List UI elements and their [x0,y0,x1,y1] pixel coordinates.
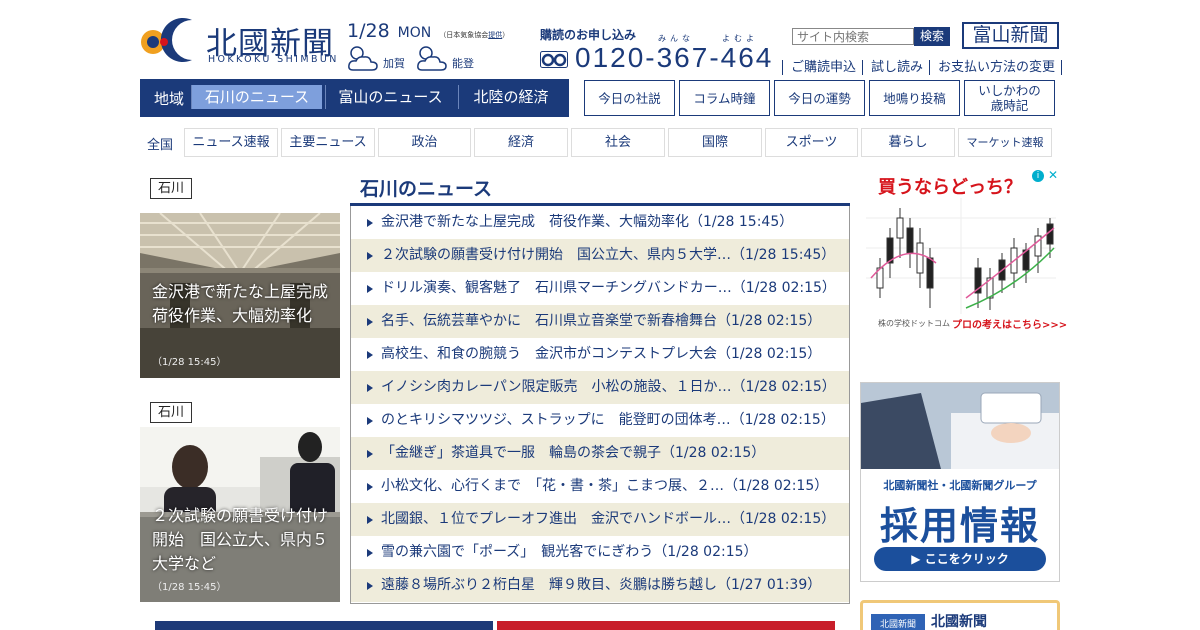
tab-ishikawa-news[interactable]: 石川のニュース [191,85,322,109]
recruit-photo [861,383,1059,469]
news-item[interactable]: 遠藤８場所ぶり２桁白星 輝９敗目、炎鵬は勝ち越し（1/27 01:39） [351,569,849,602]
ad-title: 買うならどっち？ [878,177,1022,198]
arrow-right-icon [367,516,373,524]
region-tag: 石川 [150,402,192,423]
arrow-right-icon [367,384,373,392]
tab-hokuriku-economy[interactable]: 北陸の経済 [458,85,563,109]
link-payment[interactable]: お支払い方法の変更 [929,60,1063,75]
photo-story[interactable]: 金沢港で新たな上屋完成 荷役作業、大幅効率化 （1/28 15:45） [140,213,340,378]
category-market[interactable]: マーケット速報 [958,128,1052,157]
paper-logo: 北國新聞 [871,614,925,630]
region-label: 地域 [154,90,185,108]
news-list: 金沢港で新たな上屋完成 荷役作業、大幅効率化（1/28 15:45） ２次試験の… [350,206,850,604]
category-economy[interactable]: 経済 [474,128,568,157]
photo-timestamp: （1/28 15:45） [152,357,227,368]
news-item[interactable]: ドリル演奏、観客魅了 石川県マーチングバンドカー…（1/28 02:15） [351,272,849,305]
date: 1/28 [347,20,390,42]
search-button[interactable]: 検索 [914,27,950,46]
weather-source: （日本気象協会提供） [439,31,510,39]
category-society[interactable]: 社会 [571,128,665,157]
logo-subtext: HOKKOKU SHIMBUN [208,54,339,65]
news-item[interactable]: 北國銀、１位でプレーオフ進出 金沢でハンドボール…（1/28 02:15） [351,503,849,536]
ad-sponsor: 株の学校ドットコム [878,319,950,328]
section-title: 石川のニュース [360,178,493,200]
tab-toyama-news[interactable]: 富山のニュース [325,85,455,109]
news-item[interactable]: 高校生、和食の腕競う 金沢市がコンテストプレ大会（1/28 02:15） [351,338,849,371]
link-trial[interactable]: 試し読み [862,60,930,75]
ad-cta[interactable]: プロの考えはこちら>>> [952,316,1067,331]
category-label: 全国 [147,138,174,153]
arrow-right-icon [367,252,373,260]
arrow-right-icon [367,285,373,293]
weather-source-link[interactable]: 提供 [488,31,502,39]
photo-timestamp: （1/28 15:45） [152,582,227,593]
ad-close-icon[interactable]: ✕ [1048,168,1058,182]
logo-mark-icon [141,18,192,63]
seasonal-events-button[interactable]: いしかわの 歳時記 [964,80,1055,116]
column-jisho-button[interactable]: コラム時鐘 [679,80,770,116]
subscribe-title: 購読のお申し込み [540,28,637,42]
page: 北國新聞 HOKKOKU SHIMBUN 1/28 MON （日本気象協会提供） 加… [0,0,1200,630]
arrow-right-icon [367,450,373,458]
recruit-ad[interactable]: 北國新聞社・北國新聞グループ 採用情報 ▶ ここをクリック [860,382,1060,582]
toyama-shimbun-button[interactable]: 富山新聞 [962,22,1059,49]
weather-area-label: 加賀 [383,57,405,70]
weekday: MON [397,25,432,41]
region-tag: 石川 [150,178,192,199]
horoscope-button[interactable]: 今日の運勢 [774,80,865,116]
site-search-input[interactable] [792,28,914,45]
news-item[interactable]: 「金継ぎ」茶道具で一服 輪島の茶会で親子（1/28 02:15） [351,437,849,470]
weather-noto[interactable]: 能登 [416,44,476,72]
stock-ad[interactable]: 買うならどっち？ i ✕ 株の学校ドットコム プロの考えはこちら>>> [860,168,1067,336]
photo-story[interactable]: ２次試験の願書受け付け開始 国公立大、県内５大学など （1/28 15:45） [140,427,340,602]
weather-kaga[interactable]: 加賀 [347,44,407,72]
recruit-click-button[interactable]: ▶ ここをクリック [874,547,1046,571]
category-life[interactable]: 暮らし [861,128,955,157]
top-links: ご購読申込 試し読み お支払い方法の変更 [782,56,1063,75]
news-item[interactable]: ２次試験の願書受け付け開始 国公立大、県内５大学…（1/28 15:45） [351,239,849,272]
category-international[interactable]: 国際 [668,128,762,157]
arrow-right-icon [367,318,373,326]
photo-caption: ２次試験の願書受け付け開始 国公立大、県内５大学など [152,506,329,573]
arrow-right-icon [367,483,373,491]
weather-area-label: 能登 [452,57,474,70]
cloud-sun-icon [417,46,447,71]
freedial-icon [540,51,568,68]
candlestick-graphic [866,198,1056,314]
arrow-right-icon [367,219,373,227]
recruit-heading: 採用情報 [879,504,1040,548]
arrow-right-icon [367,549,373,557]
bottom-banner-left[interactable] [155,621,493,630]
bottom-banner-right[interactable] [497,621,835,630]
news-item[interactable]: 名手、伝統芸華やかに 石川県立音楽堂で新春檜舞台（1/28 02:15） [351,305,849,338]
news-item[interactable]: 雪の兼六園で「ポーズ」 観光客でにぎわう（1/28 02:15） [351,536,849,569]
news-item[interactable]: 小松文化、心行くまで 「花・書・茶」こまつ展、２…（1/28 02:15） [351,470,849,503]
reader-post-button[interactable]: 地鳴り投稿 [869,80,960,116]
category-breaking[interactable]: ニュース速報 [184,128,278,157]
photo-caption: 金沢港で新たな上屋完成 荷役作業、大幅効率化 [152,282,340,325]
arrow-right-icon [367,582,373,590]
category-top[interactable]: 主要ニュース [281,128,375,157]
arrow-right-icon [367,417,373,425]
recruit-company: 北國新聞社・北國新聞グループ [883,479,1037,492]
ad-info-icon[interactable]: i [1032,170,1044,182]
region-nav: 地域 石川のニュース 富山のニュース 北陸の経済 [140,79,569,117]
news-item[interactable]: のとキリシマツツジ、ストラップに 能登町の団体考…（1/28 02:15） [351,404,849,437]
arrow-right-icon [367,351,373,359]
paper-ad-text: 北國新聞 [931,614,987,630]
subscribe-phone[interactable]: 0120-367-464 [575,42,773,74]
site-logo[interactable]: 北國新聞 HOKKOKU SHIMBUN [140,16,340,68]
category-politics[interactable]: 政治 [378,128,471,157]
news-item[interactable]: イノシシ肉カレーパン限定販売 小松の施設、１日か…（1/28 02:15） [351,371,849,404]
link-subscribe[interactable]: ご購読申込 [782,60,863,75]
news-item[interactable]: 金沢港で新たな上屋完成 荷役作業、大幅効率化（1/28 15:45） [351,206,849,239]
editorial-button[interactable]: 今日の社説 [584,80,675,116]
date-display: 1/28 MON （日本気象協会提供） [347,20,509,42]
category-sports[interactable]: スポーツ [765,128,858,157]
cloud-sun-icon [348,46,378,71]
newspaper-ad[interactable]: 北國新聞 北國新聞 [860,600,1060,630]
